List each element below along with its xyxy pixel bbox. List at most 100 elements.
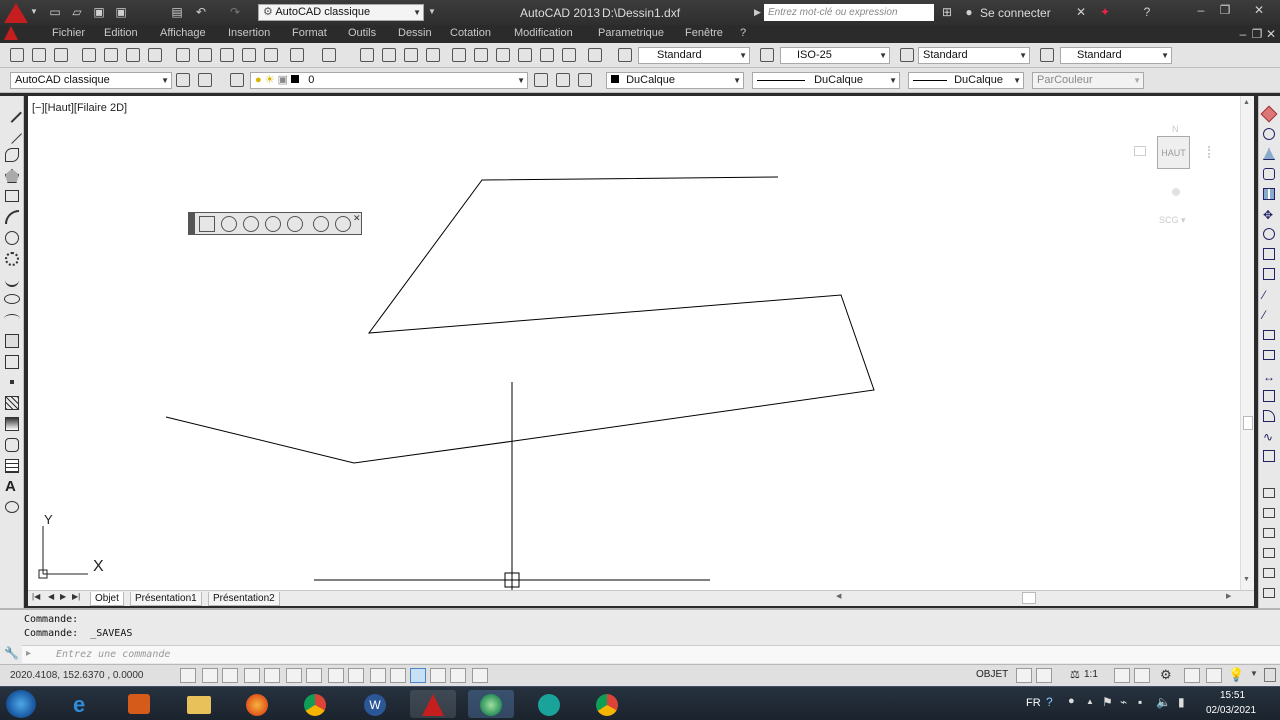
ellipse-arc-icon[interactable] [4,314,20,324]
linetype-select[interactable]: DuCalque ▼ [752,72,900,89]
quick-view-layouts-button[interactable] [1016,668,1032,683]
tray-help-icon[interactable]: ? [1046,695,1053,709]
viewcube-east-arrow[interactable] [1208,146,1218,158]
bring-front-icon[interactable] [1263,508,1275,518]
free-orbit-icon[interactable] [265,216,281,232]
dim-style-select[interactable]: ISO-25 ▼ [780,47,890,64]
workspace-select[interactable]: ⚙ AutoCAD classique ▼ [258,4,424,21]
region-icon[interactable] [5,438,19,452]
user-icon[interactable]: ● [962,5,976,19]
tab-objet[interactable]: Objet [90,592,124,606]
ellipse-icon[interactable] [4,294,20,304]
minimize-icon[interactable]: – [1194,3,1208,17]
ducs-button[interactable] [348,668,364,683]
menu-affichage[interactable]: Affichage [160,27,206,39]
gradient-icon[interactable] [5,417,19,431]
workspace-save-icon[interactable] [198,73,212,87]
isolate-objects-icon[interactable]: 💡 [1228,667,1244,683]
wcs-menu[interactable]: SCG ▾ [1159,215,1186,226]
annotation-scale[interactable]: 1:1 [1084,669,1098,680]
taskbar-word[interactable]: W [352,690,398,718]
tab-presentation2[interactable]: Présentation2 [208,592,280,606]
tray-expand-icon[interactable]: ▲ [1086,697,1094,706]
cut-icon[interactable] [176,48,190,62]
workspace-switch-icon[interactable]: ⚙ [1160,667,1172,683]
sign-in-link[interactable]: Se connecter [980,6,1051,20]
insert-block-icon[interactable] [5,334,19,348]
layer-select[interactable]: ● ☀ ▣ 0 ▼ [250,72,528,89]
line-icon[interactable] [2,103,22,123]
undo-icon[interactable]: ↶ [194,5,208,19]
otrack-button[interactable] [328,668,344,683]
hardware-accel-button[interactable] [1206,668,1222,683]
clock-date[interactable]: 02/03/2021 [1206,705,1256,716]
dim-style-icon[interactable] [760,48,774,62]
open-icon[interactable]: ▱ [70,5,84,19]
zoom-previous-icon[interactable] [426,48,440,62]
arc-icon[interactable] [5,210,19,224]
redo-icon[interactable]: ↷ [228,5,242,19]
construction-line-icon[interactable] [2,124,22,144]
properties-icon[interactable] [452,48,466,62]
mleader-style-icon[interactable] [1040,48,1054,62]
power-icon[interactable]: ⌁ [1120,695,1127,709]
stretch-icon[interactable] [1263,268,1275,280]
help-icon[interactable]: ? [1140,5,1154,19]
3d-orbit-icon[interactable] [243,216,259,232]
rectangle-icon[interactable] [5,190,19,202]
open-file-icon[interactable] [32,48,46,62]
taskbar-explorer[interactable] [176,690,222,718]
next-tab-icon[interactable]: ▶ [60,592,66,601]
menu-edition[interactable]: Edition [104,27,138,39]
preview-icon[interactable] [104,48,118,62]
autocad-logo-icon[interactable] [4,3,28,23]
doc-minimize-icon[interactable]: – [1236,27,1250,41]
revision-cloud-icon[interactable] [5,252,19,266]
clock-time[interactable]: 15:51 [1220,690,1245,701]
network-icon[interactable]: ✦ [1098,5,1112,19]
explode-icon[interactable] [1263,450,1275,462]
viewcube[interactable]: N HAUT SCG ▾ [1134,124,1218,226]
table-icon[interactable] [5,459,19,473]
menu-help[interactable]: ? [740,27,746,39]
lineweight-button[interactable] [390,668,406,683]
layer-previous-icon[interactable] [556,73,570,87]
selection-cycling-button[interactable] [450,668,466,683]
tray-icon-2[interactable]: ▪ [1138,695,1142,709]
text-style-select[interactable]: Standard ▼ [638,47,750,64]
command-input[interactable]: ▸ Entrez une commande [22,645,1280,663]
scroll-down-icon[interactable]: ▼ [1243,576,1250,583]
copy-object-icon[interactable] [1263,128,1275,140]
doc-close-icon[interactable]: ✕ [1264,27,1278,41]
spline-icon[interactable] [5,273,19,287]
make-current-layer-icon[interactable] [534,73,548,87]
hatch-icon[interactable] [5,396,19,410]
transparency-button[interactable] [410,668,426,683]
trim-icon[interactable]: ⁄ [1263,288,1265,302]
quick-view-drawings-button[interactable] [1036,668,1052,683]
lock-ui-button[interactable] [1184,668,1200,683]
print-icon[interactable]: ▤ [170,5,184,19]
point-icon[interactable] [10,380,14,384]
restore-icon[interactable]: ❐ [1218,3,1232,17]
doc-menu-icon[interactable] [4,26,18,40]
scroll-up-icon[interactable]: ▲ [1243,99,1250,106]
save-file-icon[interactable] [54,48,68,62]
erase-icon[interactable] [1260,105,1278,123]
save-as-icon[interactable]: ▣ [114,5,128,19]
tray-icon-1[interactable]: ● [1068,695,1075,707]
grid-display-button[interactable] [222,668,238,683]
clean-screen-icon[interactable] [1264,668,1276,682]
taskbar-firefox[interactable] [234,690,280,718]
chamfer-icon[interactable] [1263,390,1275,402]
paste-icon[interactable] [220,48,234,62]
hscroll-thumb[interactable] [1022,592,1036,604]
last-tab-icon[interactable]: ▶| [72,592,80,601]
search-arrow-icon[interactable]: ▶ [754,7,761,18]
tab-presentation1[interactable]: Présentation1 [130,592,202,606]
publish-icon[interactable] [126,48,140,62]
redo-tb-icon[interactable] [322,48,336,62]
text-style-icon[interactable] [618,48,632,62]
scroll-thumb[interactable] [1243,416,1253,430]
coordinates-readout[interactable]: 2020.4108, 152.6370 , 0.0000 [10,670,143,681]
